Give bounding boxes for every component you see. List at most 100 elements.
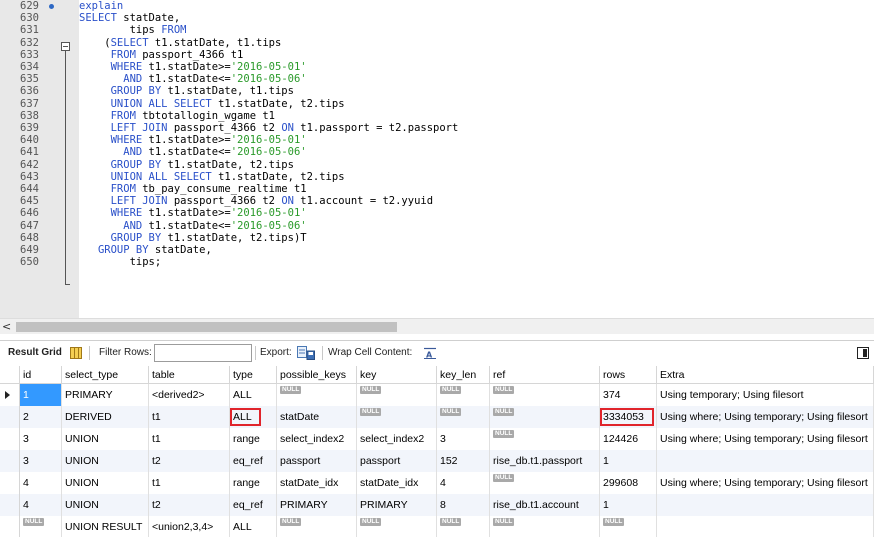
- cell-extra[interactable]: Using where; Using temporary; Using file…: [657, 428, 874, 450]
- cell-type[interactable]: range: [230, 472, 277, 494]
- cell-extra[interactable]: [657, 516, 874, 537]
- cell-id[interactable]: 2: [20, 406, 62, 428]
- cell-key-len[interactable]: 4: [437, 472, 490, 494]
- code-line[interactable]: 635 AND t1.statDate<='2016-05-06': [0, 73, 874, 85]
- scroll-left-arrow-icon[interactable]: <: [2, 320, 14, 334]
- cell-type[interactable]: ALL: [230, 516, 277, 537]
- code-line[interactable]: 646 WHERE t1.statDate>='2016-05-01': [0, 207, 874, 219]
- cell-extra[interactable]: Using temporary; Using filesort: [657, 384, 874, 406]
- cell-key-len[interactable]: 3: [437, 428, 490, 450]
- cell-type[interactable]: eq_ref: [230, 450, 277, 472]
- code-line[interactable]: 644 FROM tb_pay_consume_realtime t1: [0, 183, 874, 195]
- cell-table[interactable]: t2: [149, 494, 230, 516]
- row-indicator[interactable]: [0, 406, 20, 428]
- cell-ref[interactable]: NULL: [490, 428, 600, 450]
- cell-ref[interactable]: NULL: [490, 406, 600, 428]
- column-header-ref[interactable]: ref: [490, 366, 600, 383]
- cell-key[interactable]: NULL: [357, 406, 437, 428]
- cell-type[interactable]: eq_ref: [230, 494, 277, 516]
- column-header-extra[interactable]: Extra: [657, 366, 874, 383]
- code-line[interactable]: 648 GROUP BY t1.statDate, t2.tips)T: [0, 232, 874, 244]
- table-row[interactable]: 3 UNION t1 range select_index2 select_index2 3…: [0, 428, 874, 450]
- cell-select-type[interactable]: UNION RESULT: [62, 516, 149, 537]
- cell-key-len[interactable]: 152: [437, 450, 490, 472]
- cell-possible-keys[interactable]: statDate_idx: [277, 472, 357, 494]
- cell-possible-keys[interactable]: statDate: [277, 406, 357, 428]
- cell-id[interactable]: 1: [20, 384, 62, 406]
- cell-table[interactable]: t1: [149, 428, 230, 450]
- cell-rows[interactable]: 124426: [600, 428, 657, 450]
- table-row[interactable]: 1 PRIMARY <derived2> ALL NULL NULL NULL NULL 374…: [0, 384, 874, 406]
- cell-rows[interactable]: 3334053: [600, 406, 657, 428]
- cell-id[interactable]: 3: [20, 450, 62, 472]
- cell-extra[interactable]: [657, 450, 874, 472]
- column-header-table[interactable]: table: [149, 366, 230, 383]
- cell-rows[interactable]: 299608: [600, 472, 657, 494]
- cell-key[interactable]: passport: [357, 450, 437, 472]
- cell-table[interactable]: t1: [149, 472, 230, 494]
- cell-rows[interactable]: 1: [600, 450, 657, 472]
- row-indicator[interactable]: [0, 516, 20, 537]
- wrap-text-icon[interactable]: A: [423, 347, 437, 359]
- cell-key[interactable]: select_index2: [357, 428, 437, 450]
- code-line[interactable]: 632 (SELECT t1.statDate, t1.tips: [0, 37, 874, 49]
- cell-ref[interactable]: NULL: [490, 384, 600, 406]
- column-header-type[interactable]: type: [230, 366, 277, 383]
- code-line[interactable]: 630 SELECT statDate,: [0, 12, 874, 24]
- cell-select-type[interactable]: UNION: [62, 428, 149, 450]
- cell-select-type[interactable]: PRIMARY: [62, 384, 149, 406]
- scrollbar-thumb[interactable]: [16, 322, 397, 332]
- code-line[interactable]: 640 WHERE t1.statDate>='2016-05-01': [0, 134, 874, 146]
- table-row[interactable]: NULL UNION RESULT <union2,3,4> ALL NULL NULL N…: [0, 516, 874, 537]
- column-header-rows[interactable]: rows: [600, 366, 657, 383]
- cell-select-type[interactable]: UNION: [62, 494, 149, 516]
- code-line[interactable]: 650 tips;: [0, 256, 874, 268]
- row-indicator[interactable]: [0, 472, 20, 494]
- cell-table[interactable]: <derived2>: [149, 384, 230, 406]
- code-line[interactable]: 633 FROM passport_4366 t1: [0, 49, 874, 61]
- cell-key-len[interactable]: NULL: [437, 406, 490, 428]
- cell-type[interactable]: range: [230, 428, 277, 450]
- cell-key[interactable]: NULL: [357, 384, 437, 406]
- cell-rows[interactable]: 374: [600, 384, 657, 406]
- cell-possible-keys[interactable]: passport: [277, 450, 357, 472]
- cell-id[interactable]: 3: [20, 428, 62, 450]
- row-indicator[interactable]: [0, 450, 20, 472]
- cell-key[interactable]: NULL: [357, 516, 437, 537]
- export-icon[interactable]: [297, 346, 315, 360]
- code-line[interactable]: 631 tips FROM: [0, 24, 874, 36]
- table-row[interactable]: 4 UNION t2 eq_ref PRIMARY PRIMARY 8 rise_db.t1.…: [0, 494, 874, 516]
- cell-key-len[interactable]: NULL: [437, 516, 490, 537]
- column-header-possible-keys[interactable]: possible_keys: [277, 366, 357, 383]
- cell-possible-keys[interactable]: PRIMARY: [277, 494, 357, 516]
- row-indicator[interactable]: [0, 428, 20, 450]
- table-row[interactable]: 3 UNION t2 eq_ref passport passport 152 rise_db…: [0, 450, 874, 472]
- cell-extra[interactable]: [657, 494, 874, 516]
- cell-select-type[interactable]: UNION: [62, 472, 149, 494]
- cell-table[interactable]: t1: [149, 406, 230, 428]
- table-row[interactable]: 4 UNION t1 range statDate_idx statDate_idx 4 NU…: [0, 472, 874, 494]
- code-line[interactable]: 636 GROUP BY t1.statDate, t1.tips: [0, 85, 874, 97]
- cell-type[interactable]: ALL: [230, 384, 277, 406]
- row-indicator[interactable]: [0, 384, 20, 406]
- sql-editor[interactable]: 629 explain 630 SELECT statDate, 631 tips FR…: [0, 0, 874, 318]
- cell-ref[interactable]: rise_db.t1.passport: [490, 450, 600, 472]
- cell-possible-keys[interactable]: select_index2: [277, 428, 357, 450]
- cell-key-len[interactable]: NULL: [437, 384, 490, 406]
- cell-ref[interactable]: NULL: [490, 472, 600, 494]
- code-line[interactable]: 643 UNION ALL SELECT t1.statDate, t2.tip…: [0, 171, 874, 183]
- cell-key-len[interactable]: 8: [437, 494, 490, 516]
- cell-ref[interactable]: rise_db.t1.account: [490, 494, 600, 516]
- cell-table[interactable]: <union2,3,4>: [149, 516, 230, 537]
- cell-rows[interactable]: 1: [600, 494, 657, 516]
- cell-possible-keys[interactable]: NULL: [277, 516, 357, 537]
- code-line[interactable]: 629 explain: [0, 0, 874, 12]
- table-row[interactable]: 2 DERIVED t1 ALL statDate NULL NULL NULL 3334053…: [0, 406, 874, 428]
- cell-select-type[interactable]: UNION: [62, 450, 149, 472]
- editor-horizontal-scrollbar[interactable]: <: [0, 318, 874, 334]
- code-line[interactable]: 645 LEFT JOIN passport_4366 t2 ON t1.acc…: [0, 195, 874, 207]
- row-indicator[interactable]: [0, 494, 20, 516]
- cell-ref[interactable]: NULL: [490, 516, 600, 537]
- result-grid-tab[interactable]: Result Grid: [8, 341, 62, 365]
- cell-possible-keys[interactable]: NULL: [277, 384, 357, 406]
